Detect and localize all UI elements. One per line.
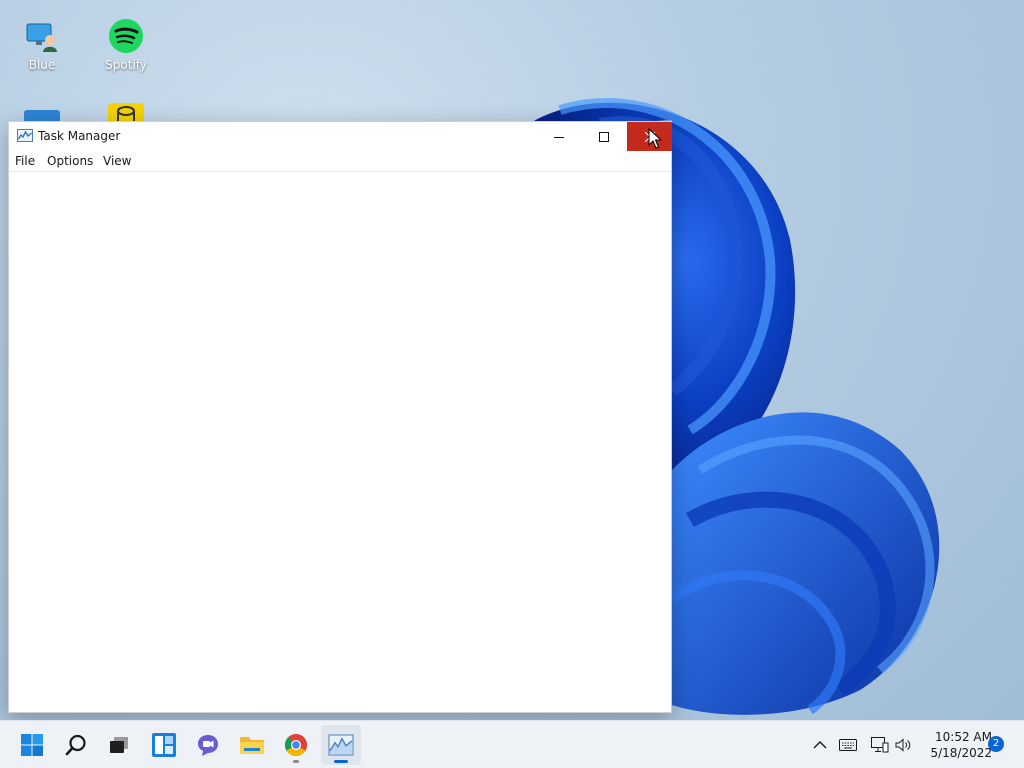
chrome-icon xyxy=(285,734,307,756)
running-indicator xyxy=(293,760,299,763)
file-explorer-button[interactable] xyxy=(232,725,272,765)
title-bar[interactable]: Task Manager xyxy=(9,122,672,151)
chevron-up-icon xyxy=(813,741,827,749)
network-button[interactable] xyxy=(870,735,890,755)
menu-options[interactable]: Options xyxy=(47,154,93,168)
window-title: Task Manager xyxy=(38,129,121,143)
widgets-icon xyxy=(152,733,176,757)
task-view-button[interactable] xyxy=(99,725,139,765)
taskbar: 10:52 AM 5/18/2022 xyxy=(0,720,1024,768)
hidden-desktop-icon[interactable] xyxy=(108,103,144,123)
chrome-button[interactable] xyxy=(276,725,316,765)
task-view-icon xyxy=(110,737,128,753)
search-icon xyxy=(65,734,86,756)
minimize-icon xyxy=(553,136,564,138)
spotify-icon xyxy=(108,18,144,54)
app-icon xyxy=(117,106,135,121)
search-button[interactable] xyxy=(56,725,96,765)
minimize-button[interactable] xyxy=(536,122,581,151)
teams-chat-icon xyxy=(198,735,218,756)
desktop-icon-label: Blue xyxy=(28,58,56,72)
windows-start-icon xyxy=(21,734,43,756)
volume-button[interactable] xyxy=(894,735,914,755)
keyboard-button[interactable] xyxy=(838,735,858,755)
desktop-icon-blue[interactable]: Blue xyxy=(4,18,80,72)
task-manager-icon xyxy=(17,129,33,142)
mouse-cursor-icon xyxy=(648,128,662,149)
volume-icon xyxy=(895,738,911,752)
desktop-icon-label: Spotify xyxy=(105,58,147,72)
active-indicator xyxy=(334,760,348,763)
clock-time: 10:52 AM xyxy=(935,730,992,744)
menu-bar: File Options View xyxy=(9,151,671,172)
task-manager-taskbar-button[interactable] xyxy=(321,725,361,765)
desktop-icon-spotify[interactable]: Spotify xyxy=(88,18,164,72)
maximize-icon xyxy=(598,131,609,142)
widgets-button[interactable] xyxy=(144,725,184,765)
notification-badge[interactable]: 2 xyxy=(988,736,1004,752)
menu-view[interactable]: View xyxy=(103,154,131,168)
menu-file[interactable]: File xyxy=(15,154,35,168)
desktop: Blue Spotify Task Manager File Options V… xyxy=(0,0,1024,768)
clock-date: 5/18/2022 xyxy=(930,746,992,760)
start-button[interactable] xyxy=(12,725,52,765)
teams-chat-button[interactable] xyxy=(188,725,228,765)
user-computer-icon xyxy=(24,18,60,54)
task-manager-window[interactable]: Task Manager File Options View xyxy=(8,121,672,713)
task-manager-content xyxy=(9,172,671,712)
folder-icon xyxy=(240,737,264,754)
task-manager-icon xyxy=(328,734,354,756)
clock[interactable]: 10:52 AM 5/18/2022 xyxy=(918,729,992,761)
keyboard-icon xyxy=(839,739,857,751)
maximize-button[interactable] xyxy=(581,122,626,151)
show-hidden-icons-button[interactable] xyxy=(810,735,830,755)
network-icon xyxy=(871,737,889,753)
